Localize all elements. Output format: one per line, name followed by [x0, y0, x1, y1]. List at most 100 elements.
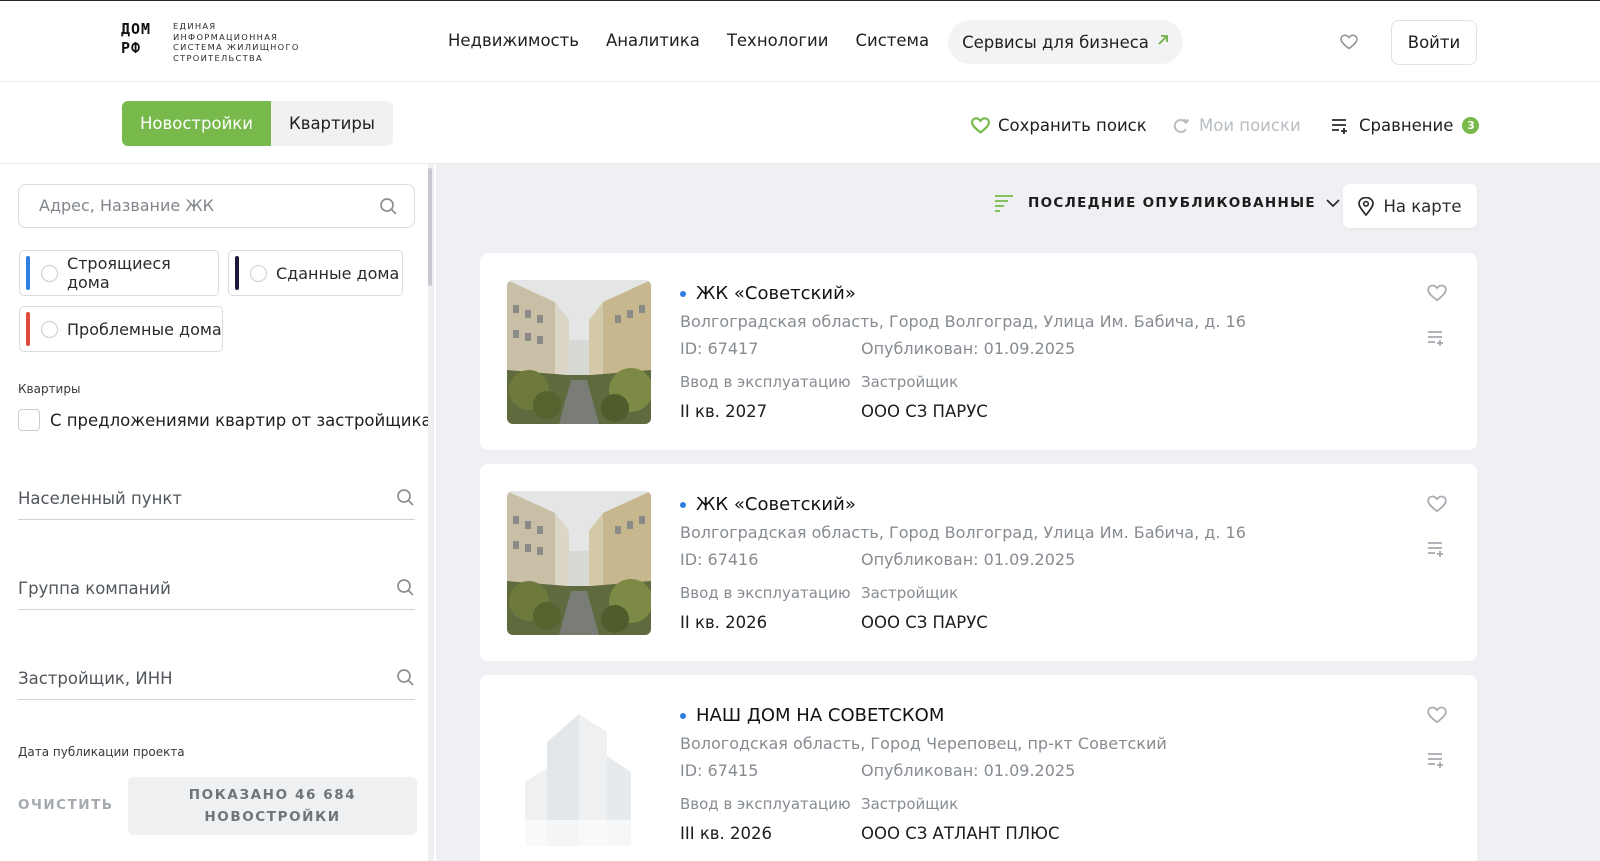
- developer-input[interactable]: [18, 660, 378, 696]
- complex-title[interactable]: ЖК «Советский»: [696, 283, 856, 304]
- published-date: Опубликован: 01.09.2025: [861, 550, 1076, 569]
- commission-label: Ввод в эксплуатацию: [680, 373, 851, 391]
- apartments-section-label: Квартиры: [18, 382, 81, 396]
- add-to-compare-icon[interactable]: [1427, 540, 1447, 558]
- locality-input[interactable]: [18, 480, 378, 516]
- sort-dropdown[interactable]: ПОСЛЕДНИЕ ОПУБЛИКОВАННЫЕ: [994, 194, 1340, 212]
- nav-item-analytics[interactable]: Аналитика: [606, 31, 700, 50]
- developer-offers-label: С предложениями квартир от застройщика: [50, 410, 432, 430]
- nav-item-system[interactable]: Система: [855, 31, 929, 50]
- saved-searches-icon: [1173, 118, 1189, 133]
- map-pin-icon: [1358, 196, 1375, 216]
- status-chip-label: Проблемные дома: [67, 319, 222, 339]
- developer-label: Застройщик: [861, 373, 959, 391]
- locality-field: [18, 480, 415, 520]
- toolbar: Новостройки Квартиры Сохранить поиск Мои…: [0, 82, 1600, 164]
- favorite-heart-icon[interactable]: [1427, 284, 1447, 302]
- logo-text: Единая информационная система жилищного …: [173, 21, 300, 63]
- developer-offers-checkbox[interactable]: [18, 409, 40, 431]
- company-group-input[interactable]: [18, 570, 378, 606]
- status-chip-label: Строящиеся дома: [66, 254, 171, 292]
- status-chip-label: Сданные дома: [276, 263, 400, 283]
- complex-photo[interactable]: [507, 280, 651, 424]
- status-color-bar: [26, 312, 30, 346]
- complex-id: ID: 67417: [680, 339, 759, 358]
- publication-date-label: Дата публикации проекта: [18, 745, 185, 759]
- scrollbar-thumb[interactable]: [428, 168, 432, 286]
- status-dot: [680, 501, 686, 508]
- search-icon[interactable]: [379, 197, 398, 216]
- business-services-button[interactable]: Сервисы для бизнеса: [948, 20, 1183, 64]
- status-color-bar: [26, 256, 30, 290]
- commission-label: Ввод в эксплуатацию: [680, 584, 851, 602]
- developer-offers-filter[interactable]: С предложениями квартир от застройщика: [18, 409, 432, 431]
- search-icon[interactable]: [396, 488, 415, 507]
- login-button[interactable]: Войти: [1391, 20, 1477, 65]
- save-search-label: Сохранить поиск: [998, 116, 1147, 135]
- complex-title-row: НАШ ДОМ НА СОВЕТСКОМ: [680, 705, 944, 726]
- tab-new-buildings[interactable]: Новостройки: [122, 101, 271, 146]
- address-search: [18, 184, 415, 228]
- complex-title-row: ЖК «Советский»: [680, 283, 856, 304]
- complex-title[interactable]: НАШ ДОМ НА СОВЕТСКОМ: [696, 705, 944, 726]
- results-list: ПОСЛЕДНИЕ ОПУБЛИКОВАННЫЕ На карте ЖК «Со…: [436, 164, 1600, 861]
- complex-address: Вологодская область, Город Череповец, пр…: [680, 734, 1167, 753]
- sort-label: ПОСЛЕДНИЕ ОПУБЛИКОВАННЫЕ: [1028, 195, 1316, 211]
- nav-item-realty[interactable]: Недвижимость: [448, 31, 579, 50]
- complex-title-row: ЖК «Советский»: [680, 494, 856, 515]
- map-view-button[interactable]: На карте: [1343, 184, 1477, 228]
- address-search-input[interactable]: [39, 185, 369, 225]
- map-view-label: На карте: [1383, 196, 1462, 216]
- complex-id: ID: 67415: [680, 761, 759, 780]
- complex-address: Волгоградская область, Город Волгоград, …: [680, 523, 1246, 542]
- compare-button[interactable]: Сравнение 3: [1331, 116, 1480, 135]
- search-icon[interactable]: [396, 668, 415, 687]
- building-placeholder-image[interactable]: [507, 702, 651, 846]
- add-to-compare-icon[interactable]: [1427, 751, 1447, 769]
- commission-value: II кв. 2027: [680, 402, 768, 421]
- favorite-heart-icon[interactable]: [1427, 495, 1447, 513]
- add-to-compare-icon[interactable]: [1427, 329, 1447, 347]
- compare-label: Сравнение: [1359, 116, 1454, 135]
- heart-icon: [971, 117, 990, 134]
- chevron-down-icon: [1326, 198, 1340, 207]
- compare-count-badge: 3: [1462, 117, 1480, 134]
- status-chip-completed[interactable]: Сданные дома: [228, 250, 403, 296]
- site-header: ДОМ РФ Единая информационная система жил…: [0, 0, 1600, 82]
- filter-panel: Строящиеся дома Сданные дома Проблемные …: [0, 164, 436, 861]
- complex-card[interactable]: НАШ ДОМ НА СОВЕТСКОМ Вологодская область…: [480, 675, 1477, 861]
- sort-icon: [995, 195, 1013, 212]
- search-icon[interactable]: [396, 578, 415, 597]
- results-type: НОВОСТРОЙКИ: [204, 809, 341, 825]
- nav-item-technologies[interactable]: Технологии: [727, 31, 829, 50]
- tab-apartments[interactable]: Квартиры: [271, 101, 393, 146]
- my-searches-label: Мои поиски: [1199, 116, 1301, 135]
- logo-mark: ДОМ РФ: [121, 20, 152, 57]
- my-searches-button[interactable]: Мои поиски: [1172, 116, 1301, 135]
- developer-value: ООО СЗ ПАРУС: [861, 613, 988, 632]
- status-dot: [680, 290, 686, 297]
- complex-title[interactable]: ЖК «Советский»: [696, 494, 856, 515]
- radio-button[interactable]: [250, 264, 267, 282]
- complex-photo[interactable]: [507, 491, 651, 635]
- save-search-button[interactable]: Сохранить поиск: [971, 116, 1147, 135]
- favorites-heart-icon[interactable]: [1338, 31, 1360, 53]
- developer-label: Застройщик: [861, 795, 959, 813]
- type-switch: Новостройки Квартиры: [122, 101, 393, 146]
- commission-label: Ввод в эксплуатацию: [680, 795, 851, 813]
- arrow-up-right-icon: [1157, 34, 1169, 50]
- published-date: Опубликован: 01.09.2025: [861, 339, 1076, 358]
- logo[interactable]: ДОМ РФ Единая информационная система жил…: [121, 21, 303, 63]
- complex-card[interactable]: ЖК «Советский» Волгоградская область, Го…: [480, 253, 1477, 450]
- complex-card[interactable]: ЖК «Советский» Волгоградская область, Го…: [480, 464, 1477, 661]
- status-chip-building[interactable]: Строящиеся дома: [19, 250, 219, 296]
- status-dot: [680, 712, 686, 719]
- status-chip-problem[interactable]: Проблемные дома: [19, 306, 223, 352]
- clear-filters-button[interactable]: ОЧИСТИТЬ: [18, 797, 114, 813]
- show-results-button[interactable]: ПОКАЗАНО 46 684 НОВОСТРОЙКИ: [128, 777, 417, 835]
- radio-button[interactable]: [40, 264, 58, 282]
- favorite-heart-icon[interactable]: [1427, 706, 1447, 724]
- radio-button[interactable]: [41, 320, 58, 338]
- commission-value: III кв. 2026: [680, 824, 773, 843]
- published-date: Опубликован: 01.09.2025: [861, 761, 1076, 780]
